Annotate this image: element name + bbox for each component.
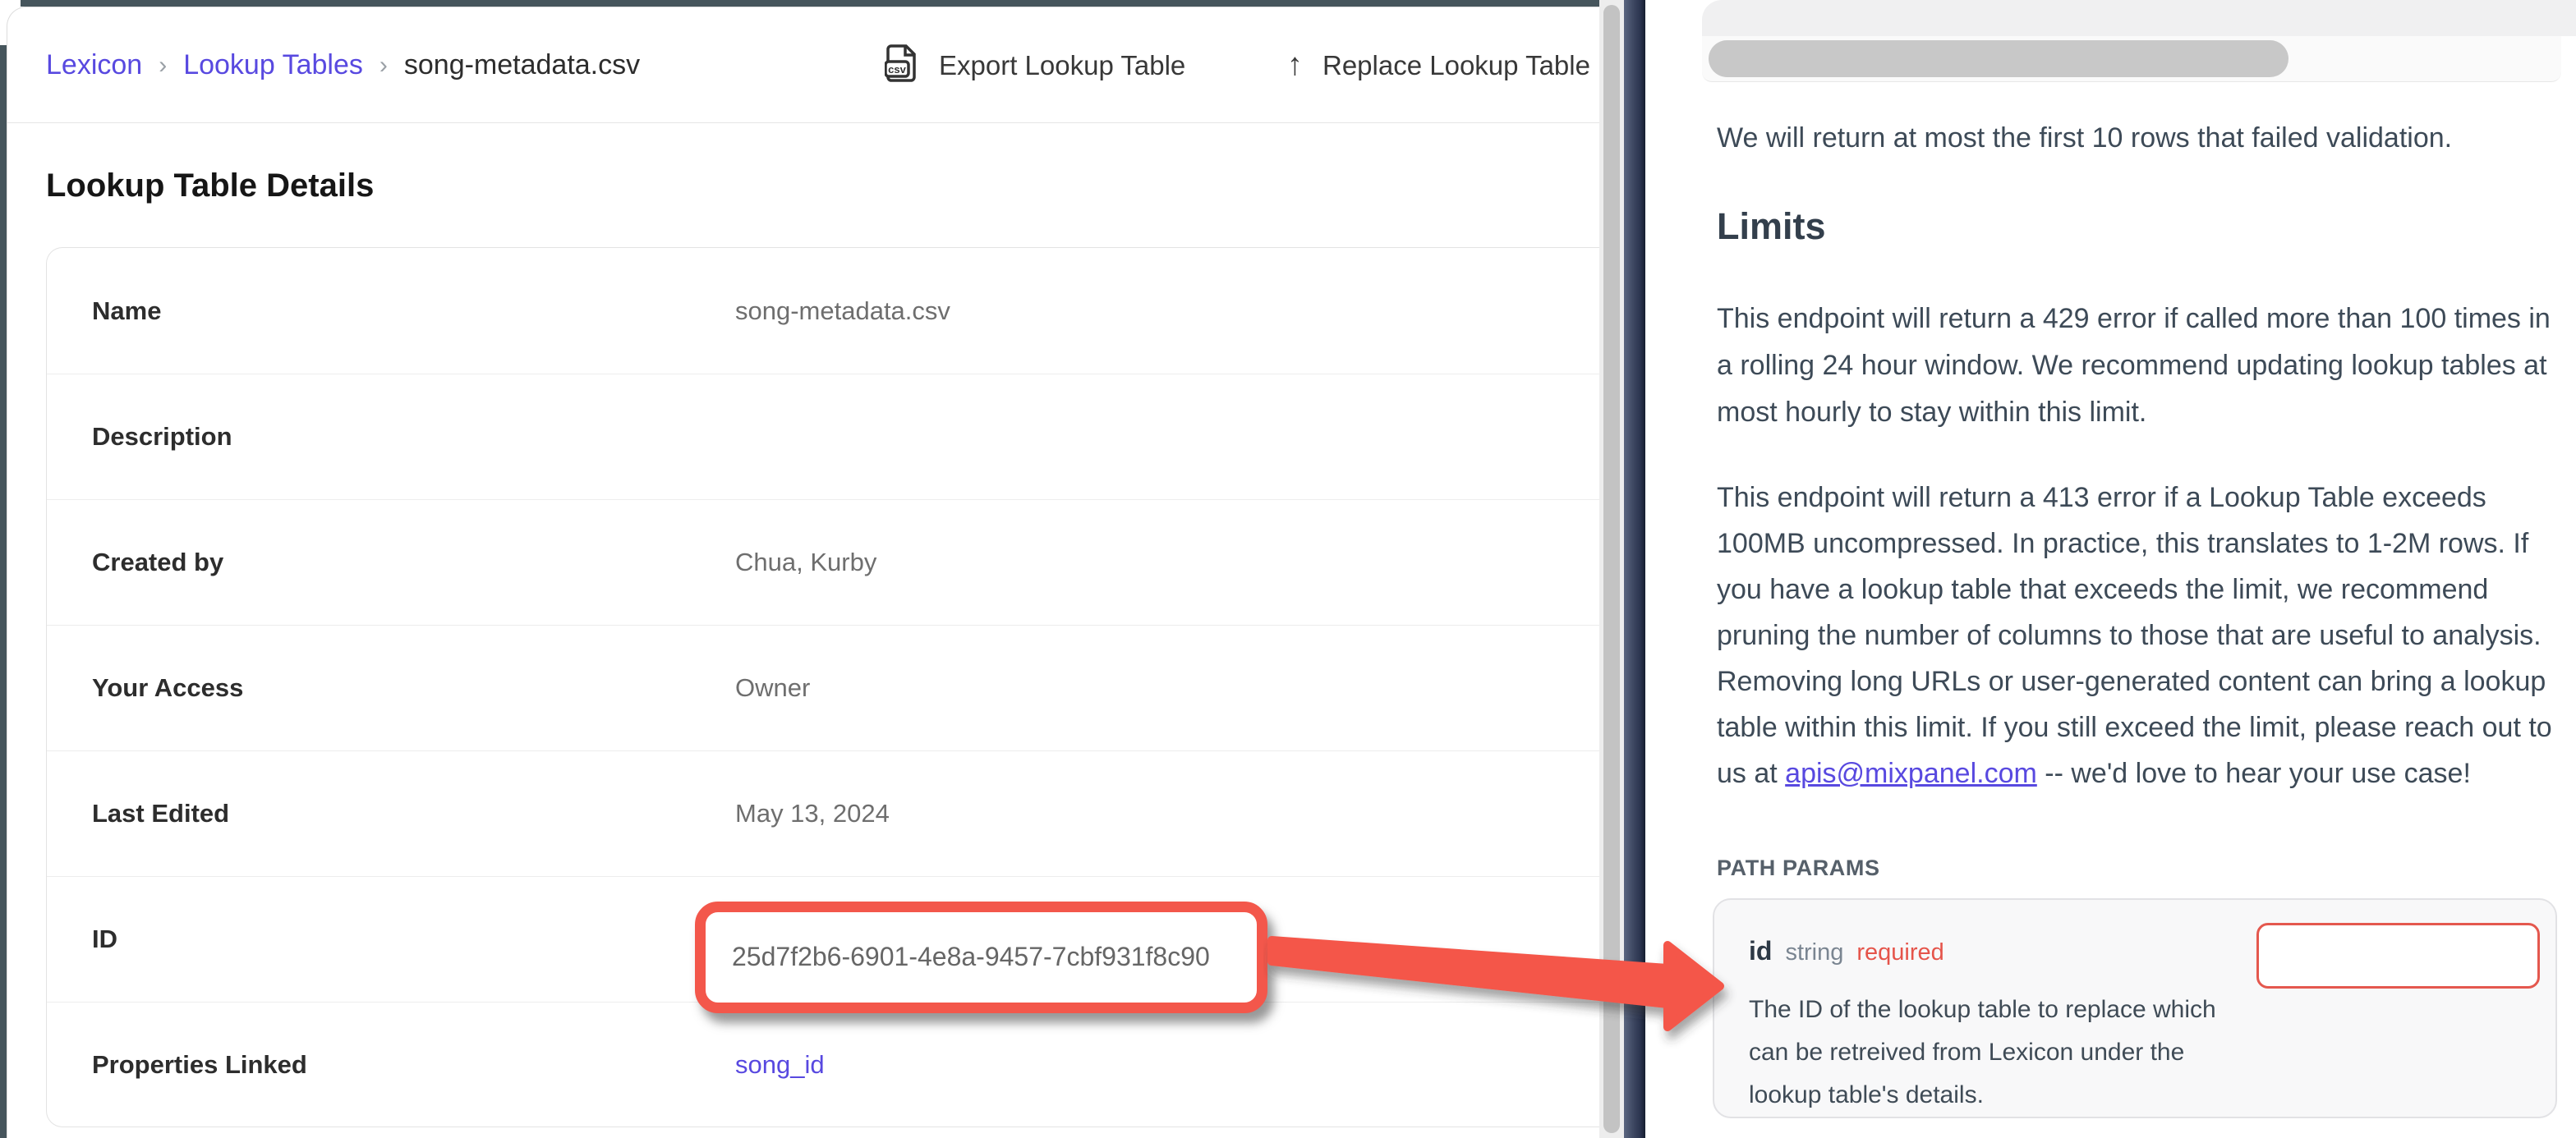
window-divider	[1624, 0, 1645, 1138]
breadcrumb: Lexicon › Lookup Tables › song-metadata.…	[46, 7, 640, 123]
lexicon-header: Lexicon › Lookup Tables › song-metadata.…	[7, 7, 1599, 123]
limits-paragraph-2-tail: -- we'd love to hear your use case!	[2037, 758, 2471, 789]
svg-text:csv: csv	[888, 63, 906, 76]
apis-mixpanel-email-link[interactable]: apis@mixpanel.com	[1785, 758, 2037, 789]
detail-row-name: Name song-metadata.csv	[47, 248, 1599, 374]
breadcrumb-separator-icon: ›	[159, 52, 167, 80]
limits-heading: Limits	[1717, 205, 1826, 248]
api-docs-window: We will return at most the first 10 rows…	[1645, 0, 2576, 1138]
docs-horizontal-scrollbar-thumb[interactable]	[1709, 40, 2288, 77]
detail-row-description: Description	[47, 374, 1599, 499]
docs-horizontal-scrollbar[interactable]	[1702, 36, 2561, 82]
row-label: Description	[92, 422, 232, 452]
limits-paragraph-1: This endpoint will return a 429 error if…	[1717, 296, 2561, 436]
limits-paragraph-2: This endpoint will return a 413 error if…	[1717, 475, 2567, 796]
row-value: Chua, Kurby	[735, 548, 876, 577]
row-label: Properties Linked	[92, 1050, 307, 1080]
param-name: id	[1749, 936, 1772, 966]
path-param-card: id string required The ID of the lookup …	[1713, 898, 2557, 1118]
desktop-background-strip-top	[21, 0, 1645, 7]
limits-paragraph-2-text: This endpoint will return a 413 error if…	[1717, 482, 2552, 789]
row-value: Owner	[735, 673, 810, 703]
left-window-scrollbar-thumb[interactable]	[1603, 5, 1620, 1133]
id-annotation-box: 25d7f2b6-6901-4e8a-9457-7cbf931f8c90	[695, 902, 1267, 1013]
detail-row-your-access: Your Access Owner	[47, 625, 1599, 750]
row-label: Name	[92, 296, 161, 326]
breadcrumb-separator-icon: ›	[380, 52, 388, 80]
lookup-table-id-value: 25d7f2b6-6901-4e8a-9457-7cbf931f8c90	[732, 912, 1210, 1001]
page-title: Lookup Table Details	[46, 167, 374, 204]
detail-row-properties-linked: Properties Linked song_id	[47, 1002, 1599, 1127]
param-type: string	[1785, 939, 1843, 966]
export-lookup-table-button[interactable]: csv Export Lookup Table	[885, 7, 1185, 123]
breadcrumb-lookup-tables[interactable]: Lookup Tables	[183, 49, 363, 81]
param-header: id string required	[1749, 936, 1944, 966]
row-label: Created by	[92, 548, 223, 577]
detail-row-created-by: Created by Chua, Kurby	[47, 499, 1599, 625]
docs-gray-header	[1702, 0, 2576, 36]
csv-file-icon: csv	[885, 42, 919, 89]
export-button-label: Export Lookup Table	[939, 50, 1185, 81]
docs-intro-text: We will return at most the first 10 rows…	[1717, 115, 2561, 162]
row-label: ID	[92, 925, 117, 954]
desktop-background-strip-left	[0, 45, 7, 1138]
breadcrumb-lexicon[interactable]: Lexicon	[46, 49, 142, 81]
param-description: The ID of the lookup table to replace wh…	[1749, 989, 2229, 1117]
param-required-badge: required	[1856, 939, 1944, 966]
left-window-scrollbar[interactable]	[1599, 0, 1624, 1138]
lexicon-window: Lexicon › Lookup Tables › song-metadata.…	[7, 7, 1599, 1138]
row-value: song-metadata.csv	[735, 296, 950, 326]
row-value: May 13, 2024	[735, 799, 890, 828]
linked-property-song-id[interactable]: song_id	[735, 1050, 825, 1080]
param-id-input[interactable]	[2256, 923, 2540, 989]
breadcrumb-current-file: song-metadata.csv	[404, 49, 640, 81]
path-params-label: PATH PARAMS	[1717, 856, 1880, 881]
row-label: Last Edited	[92, 799, 229, 828]
upload-arrow-icon: ↑	[1287, 48, 1303, 83]
replace-button-label: Replace Lookup Table	[1322, 50, 1590, 81]
detail-row-last-edited: Last Edited May 13, 2024	[47, 750, 1599, 876]
row-label: Your Access	[92, 673, 243, 703]
replace-lookup-table-button[interactable]: ↑ Replace Lookup Table	[1287, 7, 1590, 123]
